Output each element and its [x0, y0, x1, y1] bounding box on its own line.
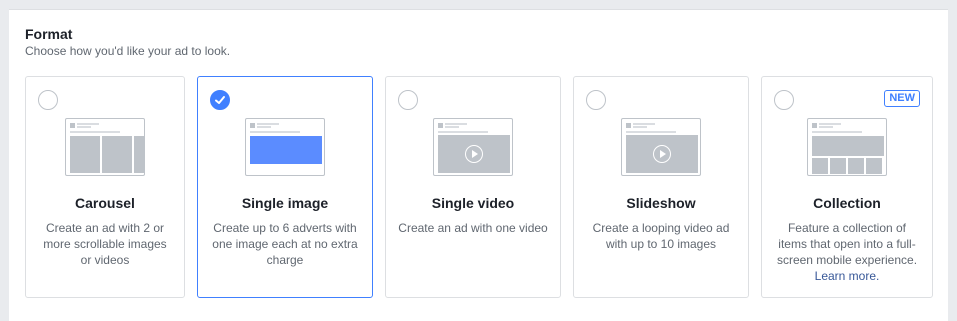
carousel-preview-icon	[65, 118, 145, 176]
option-description: Feature a collection of items that open …	[774, 220, 920, 284]
radio-button[interactable]	[774, 90, 794, 110]
format-option-single-video[interactable]: Single video Create an ad with one video	[385, 76, 561, 298]
format-option-carousel[interactable]: Carousel Create an ad with 2 or more scr…	[25, 76, 185, 298]
format-option-slideshow[interactable]: Slideshow Create a looping video ad with…	[573, 76, 749, 298]
learn-more-link[interactable]: Learn more.	[815, 269, 880, 283]
collection-preview-icon	[807, 118, 887, 176]
checkmark-icon	[215, 96, 225, 104]
radio-button[interactable]	[398, 90, 418, 110]
new-badge: NEW	[884, 90, 920, 107]
option-title: Slideshow	[626, 195, 696, 211]
single-image-preview-icon	[245, 118, 325, 176]
option-description: Create an ad with one video	[398, 221, 548, 235]
slideshow-preview-icon	[621, 118, 701, 176]
format-panel: Format Choose how you'd like your ad to …	[9, 9, 948, 321]
format-option-single-image[interactable]: Single image Create up to 6 adverts with…	[197, 76, 373, 298]
option-title: Single image	[241, 195, 329, 211]
format-option-collection[interactable]: NEW Collection Feature a collection of i…	[761, 76, 933, 298]
option-description: Create an ad with 2 or more scrollable i…	[43, 221, 167, 267]
radio-button-selected[interactable]	[210, 90, 230, 110]
option-description-text: Feature a collection of items that open …	[776, 221, 918, 267]
option-title: Collection	[813, 195, 881, 211]
option-title: Single video	[431, 195, 515, 211]
option-description: Create up to 6 adverts with one image ea…	[212, 221, 358, 267]
radio-button[interactable]	[586, 90, 606, 110]
play-icon	[653, 145, 671, 163]
single-video-preview-icon	[433, 118, 513, 176]
option-title: Carousel	[75, 195, 135, 211]
section-subtitle: Choose how you'd like your ad to look.	[25, 44, 231, 58]
play-icon	[465, 145, 483, 163]
option-description: Create a looping video ad with up to 10 …	[592, 221, 730, 251]
radio-button[interactable]	[38, 90, 58, 110]
section-title: Format	[25, 26, 73, 42]
